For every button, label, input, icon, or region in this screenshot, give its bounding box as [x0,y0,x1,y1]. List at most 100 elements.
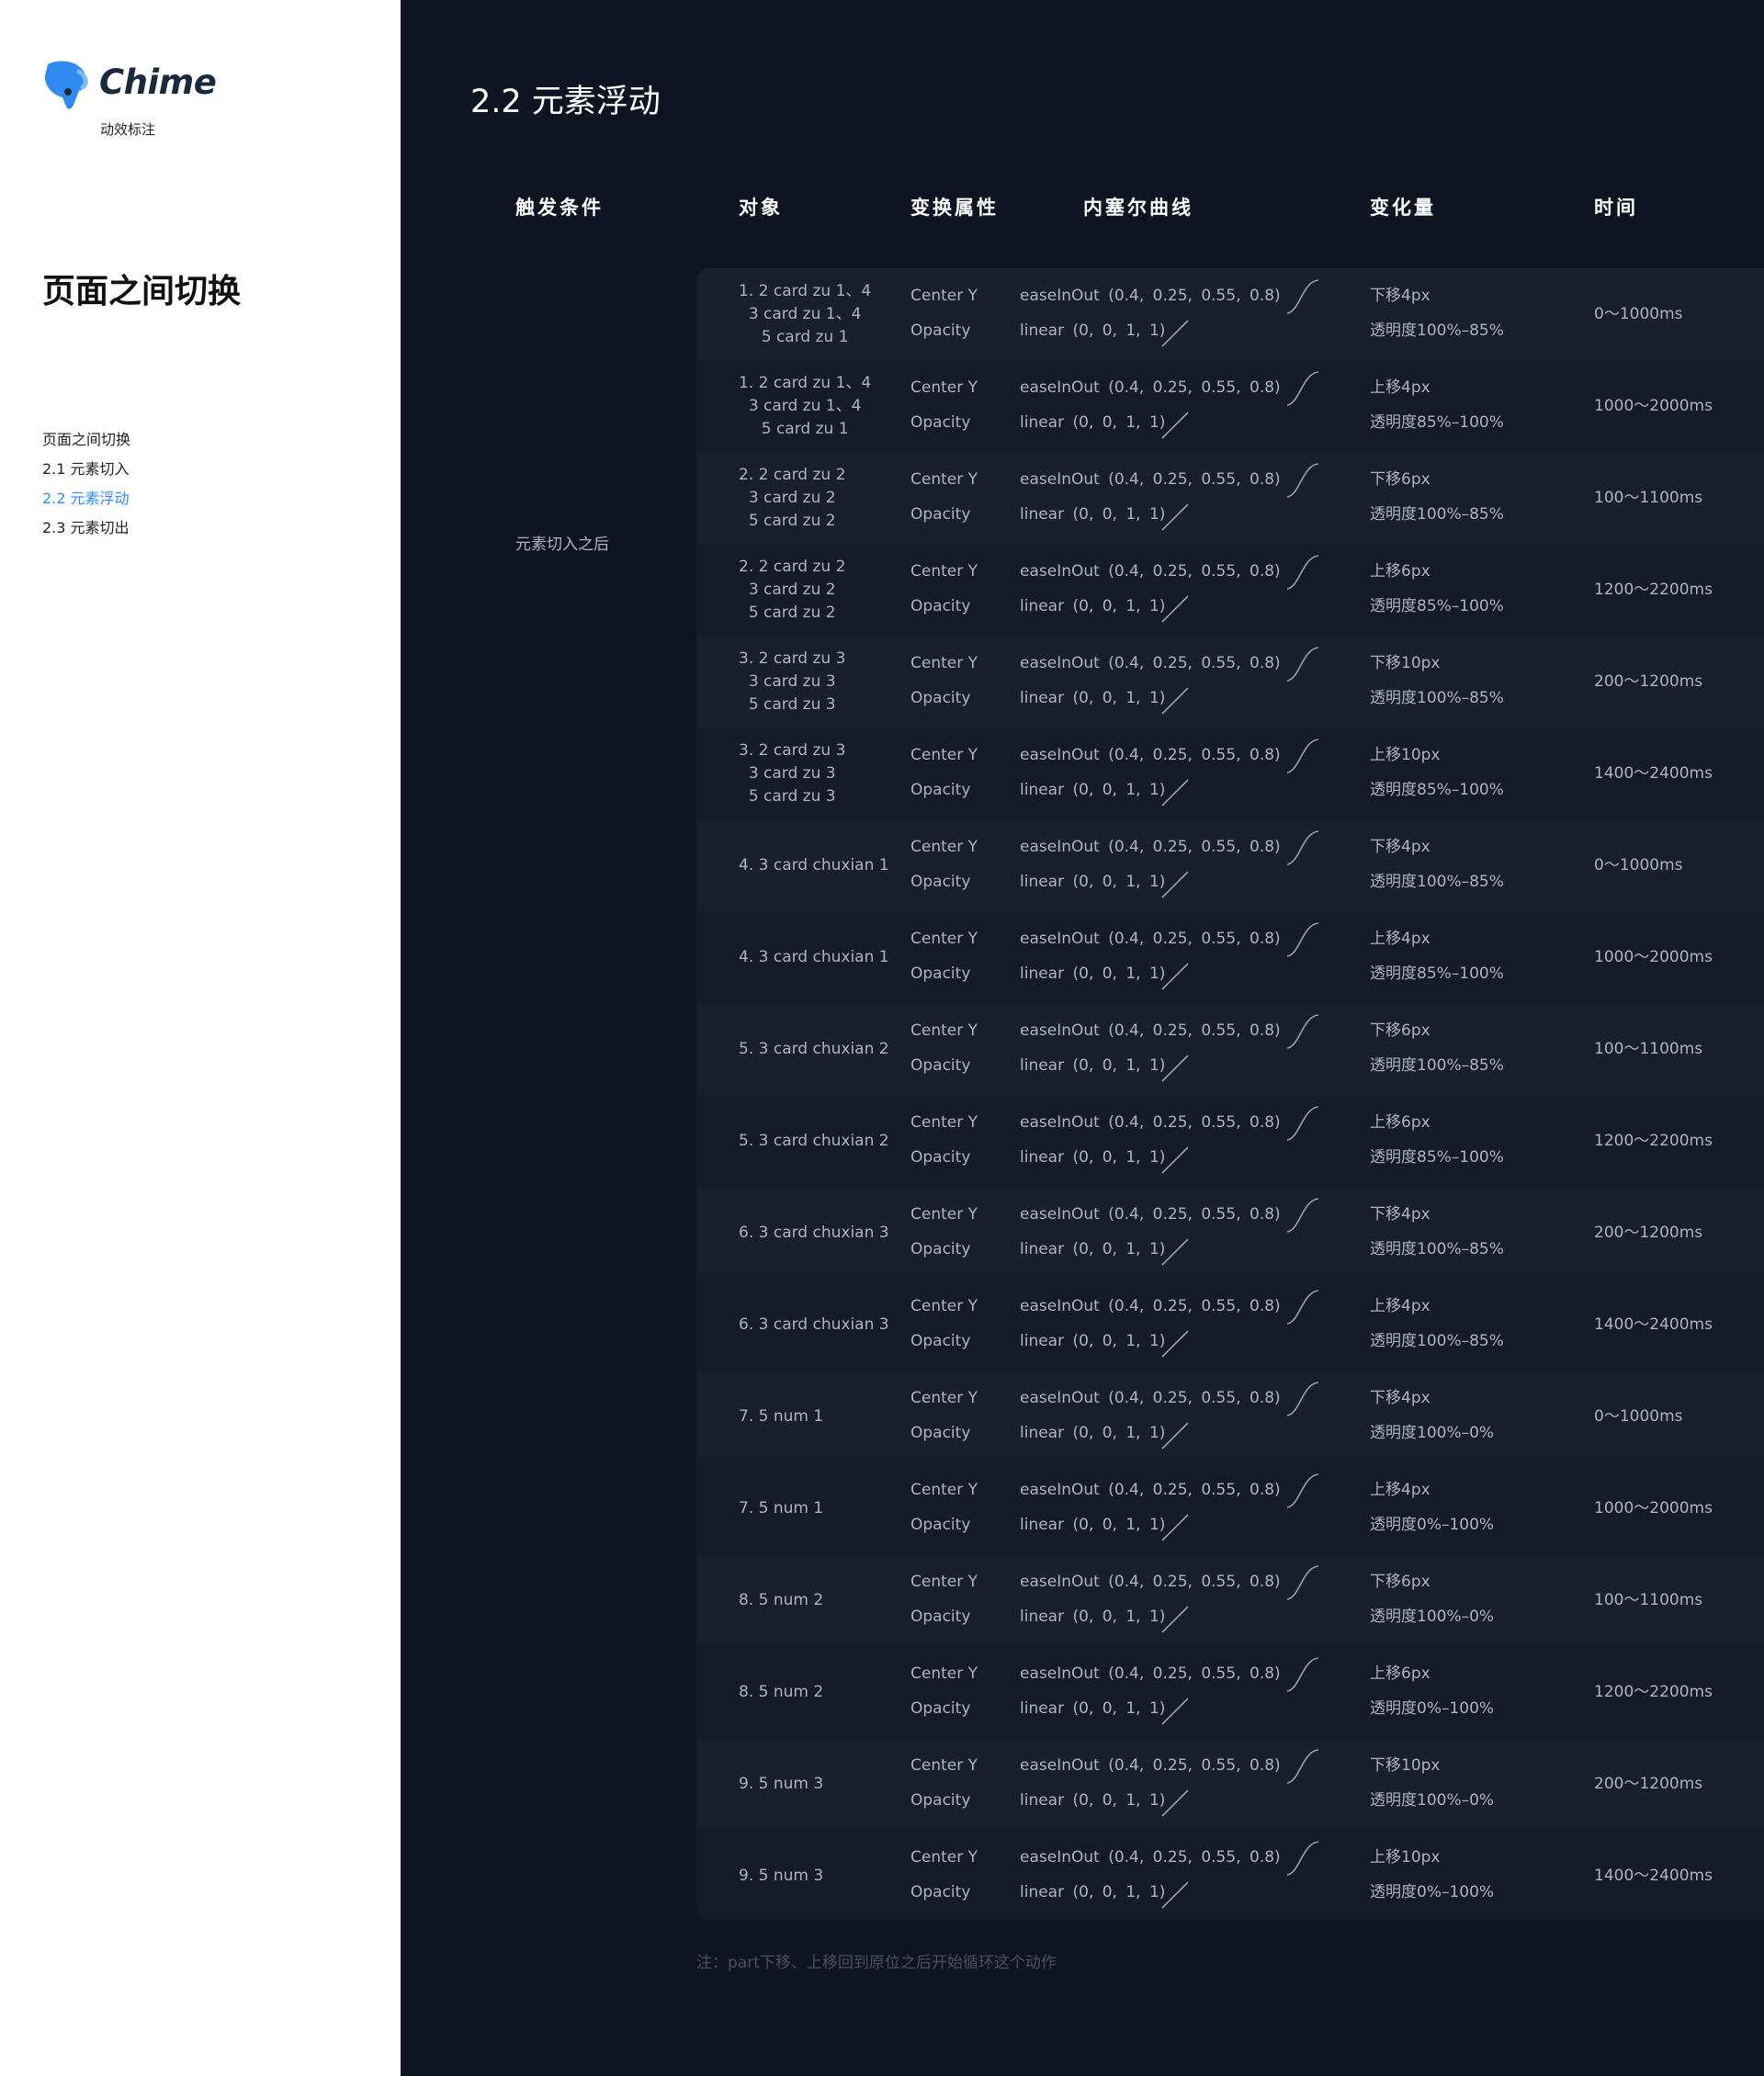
table-row: 1. 2 card zu 1、4 3 card zu 1、4 5 card zu 1… [696,268,1764,360]
curve-linear: linear (0, 0, 1, 1) [1020,873,1166,891]
ease-in-out-curve-icon [1286,647,1319,682]
change-opacity: 透明度100%–0% [1370,1608,1495,1626]
ease-in-out-curve-icon [1286,279,1319,314]
toc-item-element-out[interactable]: 2.3 元素切出 [42,518,130,547]
time-range: 1000～2000ms [1594,1499,1713,1518]
table-of-contents: 页面之间切换 2.1 元素切入 2.2 元素浮动 2.3 元素切出 [42,430,130,547]
object-line: 9. 5 num 3 [739,1774,824,1793]
change-opacity: 透明度85%–100% [1370,1148,1504,1167]
time-range: 1400～2400ms [1594,764,1713,783]
object-line: 5. 3 card chuxian 2 [739,1131,889,1150]
property-center-y: Center Y [910,1848,978,1867]
curve-linear: linear (0, 0, 1, 1) [1020,1424,1166,1442]
change-position: 下移10px [1370,1756,1441,1775]
property-opacity: Opacity [910,1791,971,1810]
time-range: 1400～2400ms [1594,1315,1713,1334]
time-range: 100～1100ms [1594,489,1703,507]
curve-ease-in-out: easeInOut (0.4, 0.25, 0.55, 0.8) [1020,1481,1281,1499]
table-row: 6. 3 card chuxian 3 Center Y Opacity easeIn… [696,1187,1764,1279]
property-center-y: Center Y [910,1573,978,1591]
ease-in-out-curve-icon [1286,1106,1319,1141]
object-line: 8. 5 num 2 [739,1682,824,1701]
property-opacity: Opacity [910,781,971,799]
curve-ease-in-out: easeInOut (0.4, 0.25, 0.55, 0.8) [1020,1848,1281,1867]
curve-ease-in-out: easeInOut (0.4, 0.25, 0.55, 0.8) [1020,1021,1281,1040]
property-opacity: Opacity [910,689,971,707]
curve-linear: linear (0, 0, 1, 1) [1020,1791,1166,1810]
object-line: 8. 5 num 2 [739,1590,824,1609]
property-opacity: Opacity [910,1332,971,1350]
change-opacity: 透明度100%–85% [1370,1240,1504,1258]
linear-curve-icon [1161,1238,1189,1266]
linear-curve-icon [1161,1514,1189,1541]
object-cell: 3. 2 card zu 3 3 card zu 3 5 card zu 3 [739,636,845,728]
change-position: 下移4px [1370,1205,1430,1224]
change-position: 下移4px [1370,287,1430,305]
property-opacity: Opacity [910,1699,971,1718]
section-title: 2.2 元素浮动 [470,84,661,120]
ease-in-out-curve-icon [1286,1382,1319,1416]
header-time: 时间 [1594,197,1638,219]
time-range: 200～1200ms [1594,1775,1703,1793]
curve-ease-in-out: easeInOut (0.4, 0.25, 0.55, 0.8) [1020,746,1281,764]
table-row: 3. 2 card zu 3 3 card zu 3 5 card zu 3 Cent… [696,728,1764,819]
property-opacity: Opacity [910,505,971,524]
linear-curve-icon [1161,1422,1189,1450]
time-range: 1200～2200ms [1594,581,1713,599]
object-line: 2. 2 card zu 2 [739,557,846,576]
curve-linear: linear (0, 0, 1, 1) [1020,1240,1166,1258]
curve-ease-in-out: easeInOut (0.4, 0.25, 0.55, 0.8) [1020,1573,1281,1591]
change-opacity: 透明度85%–100% [1370,413,1504,432]
object-cell: 5. 3 card chuxian 2 [739,1003,889,1095]
object-cell: 7. 5 num 1 [739,1371,823,1462]
trigger-value: 元素切入之后 [515,536,609,554]
toc-item-page-switch[interactable]: 页面之间切换 [42,430,130,459]
object-line: 1. 2 card zu 1、4 [739,373,872,392]
curve-ease-in-out: easeInOut (0.4, 0.25, 0.55, 0.8) [1020,838,1281,856]
ease-in-out-curve-icon [1286,371,1319,406]
toc-item-element-in[interactable]: 2.1 元素切入 [42,459,130,489]
main-content: 2.2 元素浮动 触发条件 对象 变换属性 内塞尔曲线 变化量 时间 元素切入之… [401,0,1764,2076]
object-line: 5 card zu 3 [748,694,836,714]
change-opacity: 透明度100%–85% [1370,1056,1504,1075]
curve-linear: linear (0, 0, 1, 1) [1020,965,1166,983]
toc-item-element-float[interactable]: 2.2 元素浮动 [42,489,130,518]
object-line: 3 card zu 2 [748,580,836,599]
curve-linear: linear (0, 0, 1, 1) [1020,1883,1166,1901]
object-cell: 8. 5 num 2 [739,1646,823,1738]
change-position: 上移6px [1370,1664,1430,1683]
object-cell: 1. 2 card zu 1、4 3 card zu 1、4 5 card zu 1 [739,268,871,360]
table-row: 6. 3 card chuxian 3 Center Y Opacity easeIn… [696,1279,1764,1371]
header-change: 变化量 [1370,197,1436,219]
property-opacity: Opacity [910,1148,971,1167]
change-opacity: 透明度100%–85% [1370,322,1504,340]
property-center-y: Center Y [910,654,978,672]
header-property: 变换属性 [910,197,999,219]
page-title: 页面之间切换 [42,273,242,310]
property-opacity: Opacity [910,322,971,340]
change-opacity: 透明度85%–100% [1370,965,1504,983]
object-line: 4. 3 card chuxian 1 [739,855,889,874]
ease-in-out-curve-icon [1286,1841,1319,1876]
header-trigger: 触发条件 [515,197,604,219]
property-opacity: Opacity [910,1424,971,1442]
object-line: 4. 3 card chuxian 1 [739,947,889,966]
curve-ease-in-out: easeInOut (0.4, 0.25, 0.55, 0.8) [1020,470,1281,489]
property-opacity: Opacity [910,413,971,432]
animation-table: 1. 2 card zu 1、4 3 card zu 1、4 5 card zu 1… [696,268,1764,1920]
table-row: 5. 3 card chuxian 2 Center Y Opacity easeIn… [696,1003,1764,1095]
object-cell: 4. 3 card chuxian 1 [739,911,889,1003]
change-opacity: 透明度100%–85% [1370,1332,1504,1350]
property-center-y: Center Y [910,746,978,764]
change-position: 上移6px [1370,1113,1430,1132]
object-cell: 4. 3 card chuxian 1 [739,819,889,911]
object-line: 6. 3 card chuxian 3 [739,1223,889,1242]
curve-linear: linear (0, 0, 1, 1) [1020,781,1166,799]
time-range: 0～1000ms [1594,305,1683,323]
linear-curve-icon [1161,503,1189,531]
change-position: 下移6px [1370,1021,1430,1040]
linear-curve-icon [1161,779,1189,807]
ease-in-out-curve-icon [1286,1749,1319,1784]
change-opacity: 透明度100%–85% [1370,505,1504,524]
linear-curve-icon [1161,1330,1189,1358]
